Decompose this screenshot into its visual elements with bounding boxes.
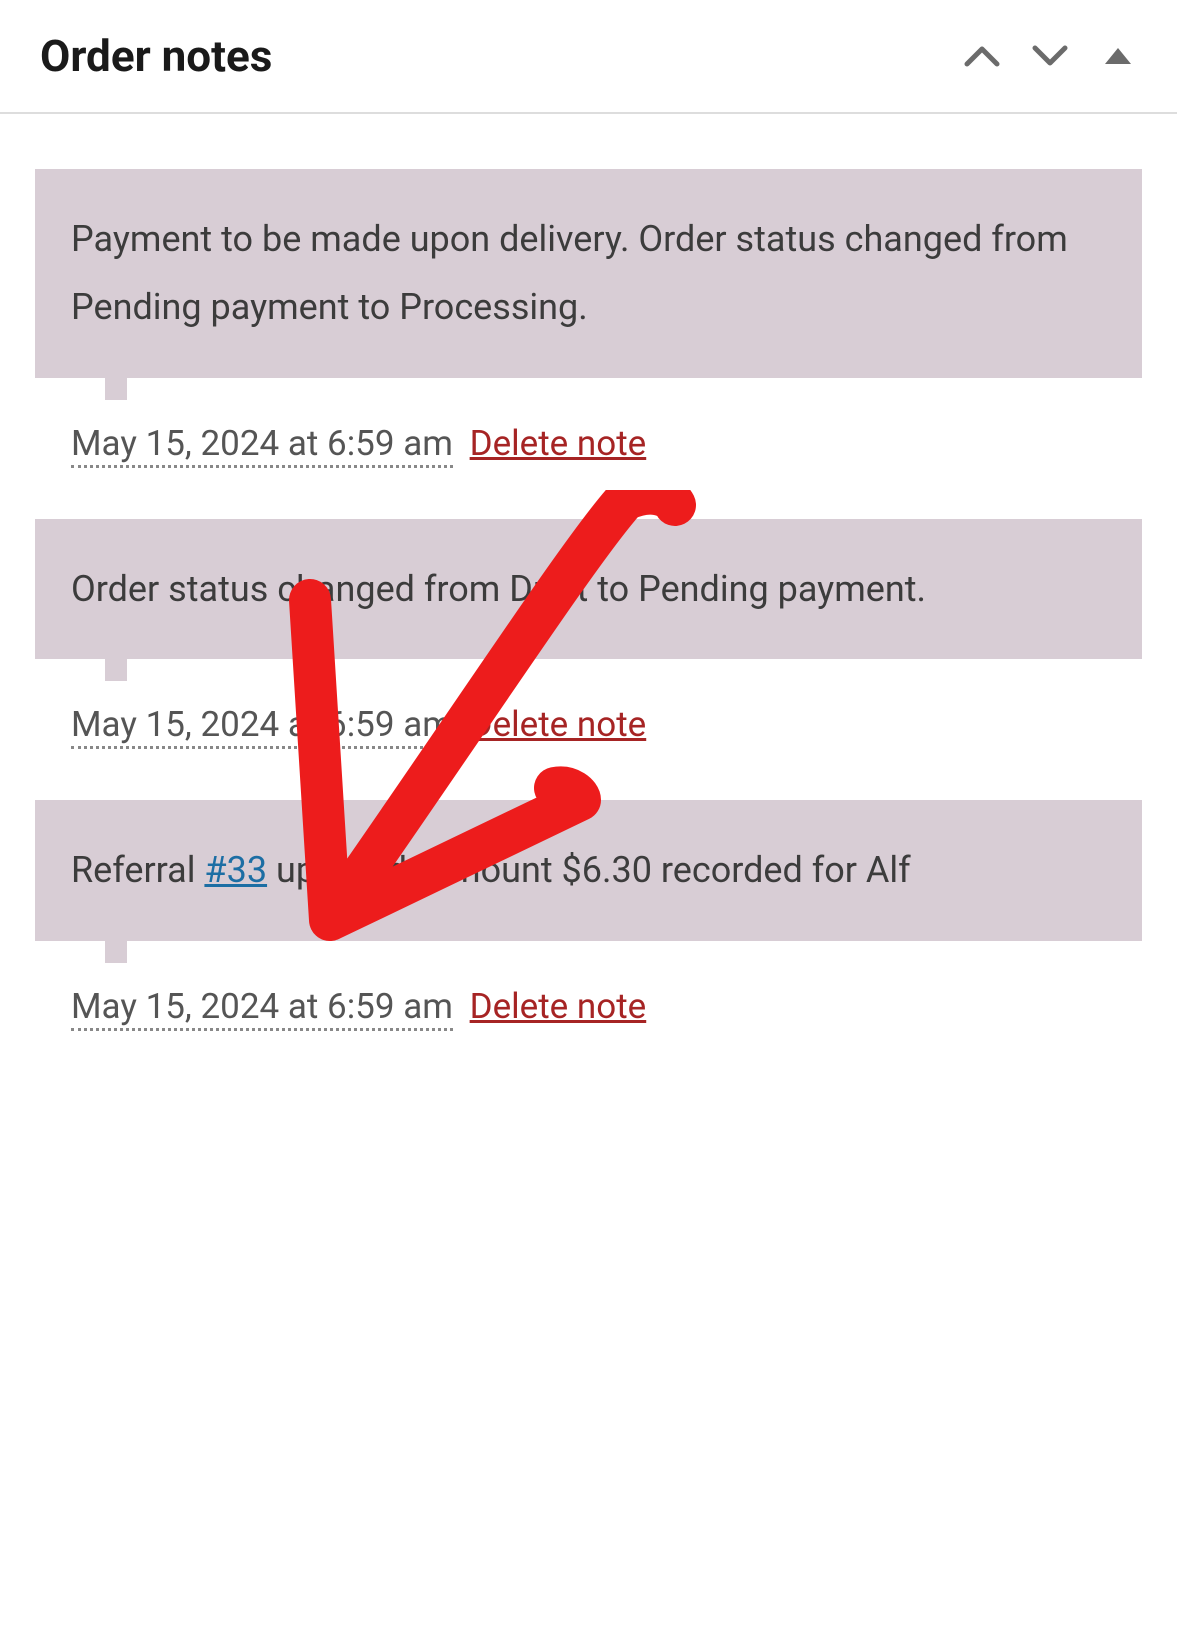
note-meta: May 15, 2024 at 6:59 am Delete note (35, 423, 1142, 464)
note-item: Referral #33 updated. Amount $6.30 recor… (35, 800, 1142, 1026)
note-timestamp: May 15, 2024 at 6:59 am (71, 986, 453, 1031)
note-text-after: updated. Amount $6.30 recorded for Alf (267, 849, 911, 891)
chevron-down-icon[interactable] (1031, 37, 1069, 75)
notes-list: Payment to be made upon delivery. Order … (0, 114, 1177, 1122)
note-content: Payment to be made upon delivery. Order … (35, 169, 1142, 378)
note-meta: May 15, 2024 at 6:59 am Delete note (35, 704, 1142, 745)
chevron-up-icon[interactable] (963, 37, 1001, 75)
note-text-before: Referral (71, 849, 204, 891)
panel-header: Order notes (0, 0, 1177, 114)
delete-note-link[interactable]: Delete note (470, 423, 647, 464)
note-item: Payment to be made upon delivery. Order … (35, 169, 1142, 464)
note-timestamp: May 15, 2024 at 6:59 am (71, 423, 453, 468)
delete-note-link[interactable]: Delete note (470, 986, 647, 1027)
note-item: Order status changed from Draft to Pendi… (35, 519, 1142, 745)
panel-controls (963, 37, 1137, 75)
note-meta: May 15, 2024 at 6:59 am Delete note (35, 986, 1142, 1027)
note-content: Referral #33 updated. Amount $6.30 recor… (35, 800, 1142, 940)
note-timestamp: May 15, 2024 at 6:59 am (71, 704, 453, 749)
caret-up-icon[interactable] (1099, 37, 1137, 75)
note-content: Order status changed from Draft to Pendi… (35, 519, 1142, 659)
referral-link[interactable]: #33 (204, 849, 267, 891)
panel-title: Order notes (40, 30, 272, 82)
delete-note-link[interactable]: Delete note (470, 704, 647, 745)
